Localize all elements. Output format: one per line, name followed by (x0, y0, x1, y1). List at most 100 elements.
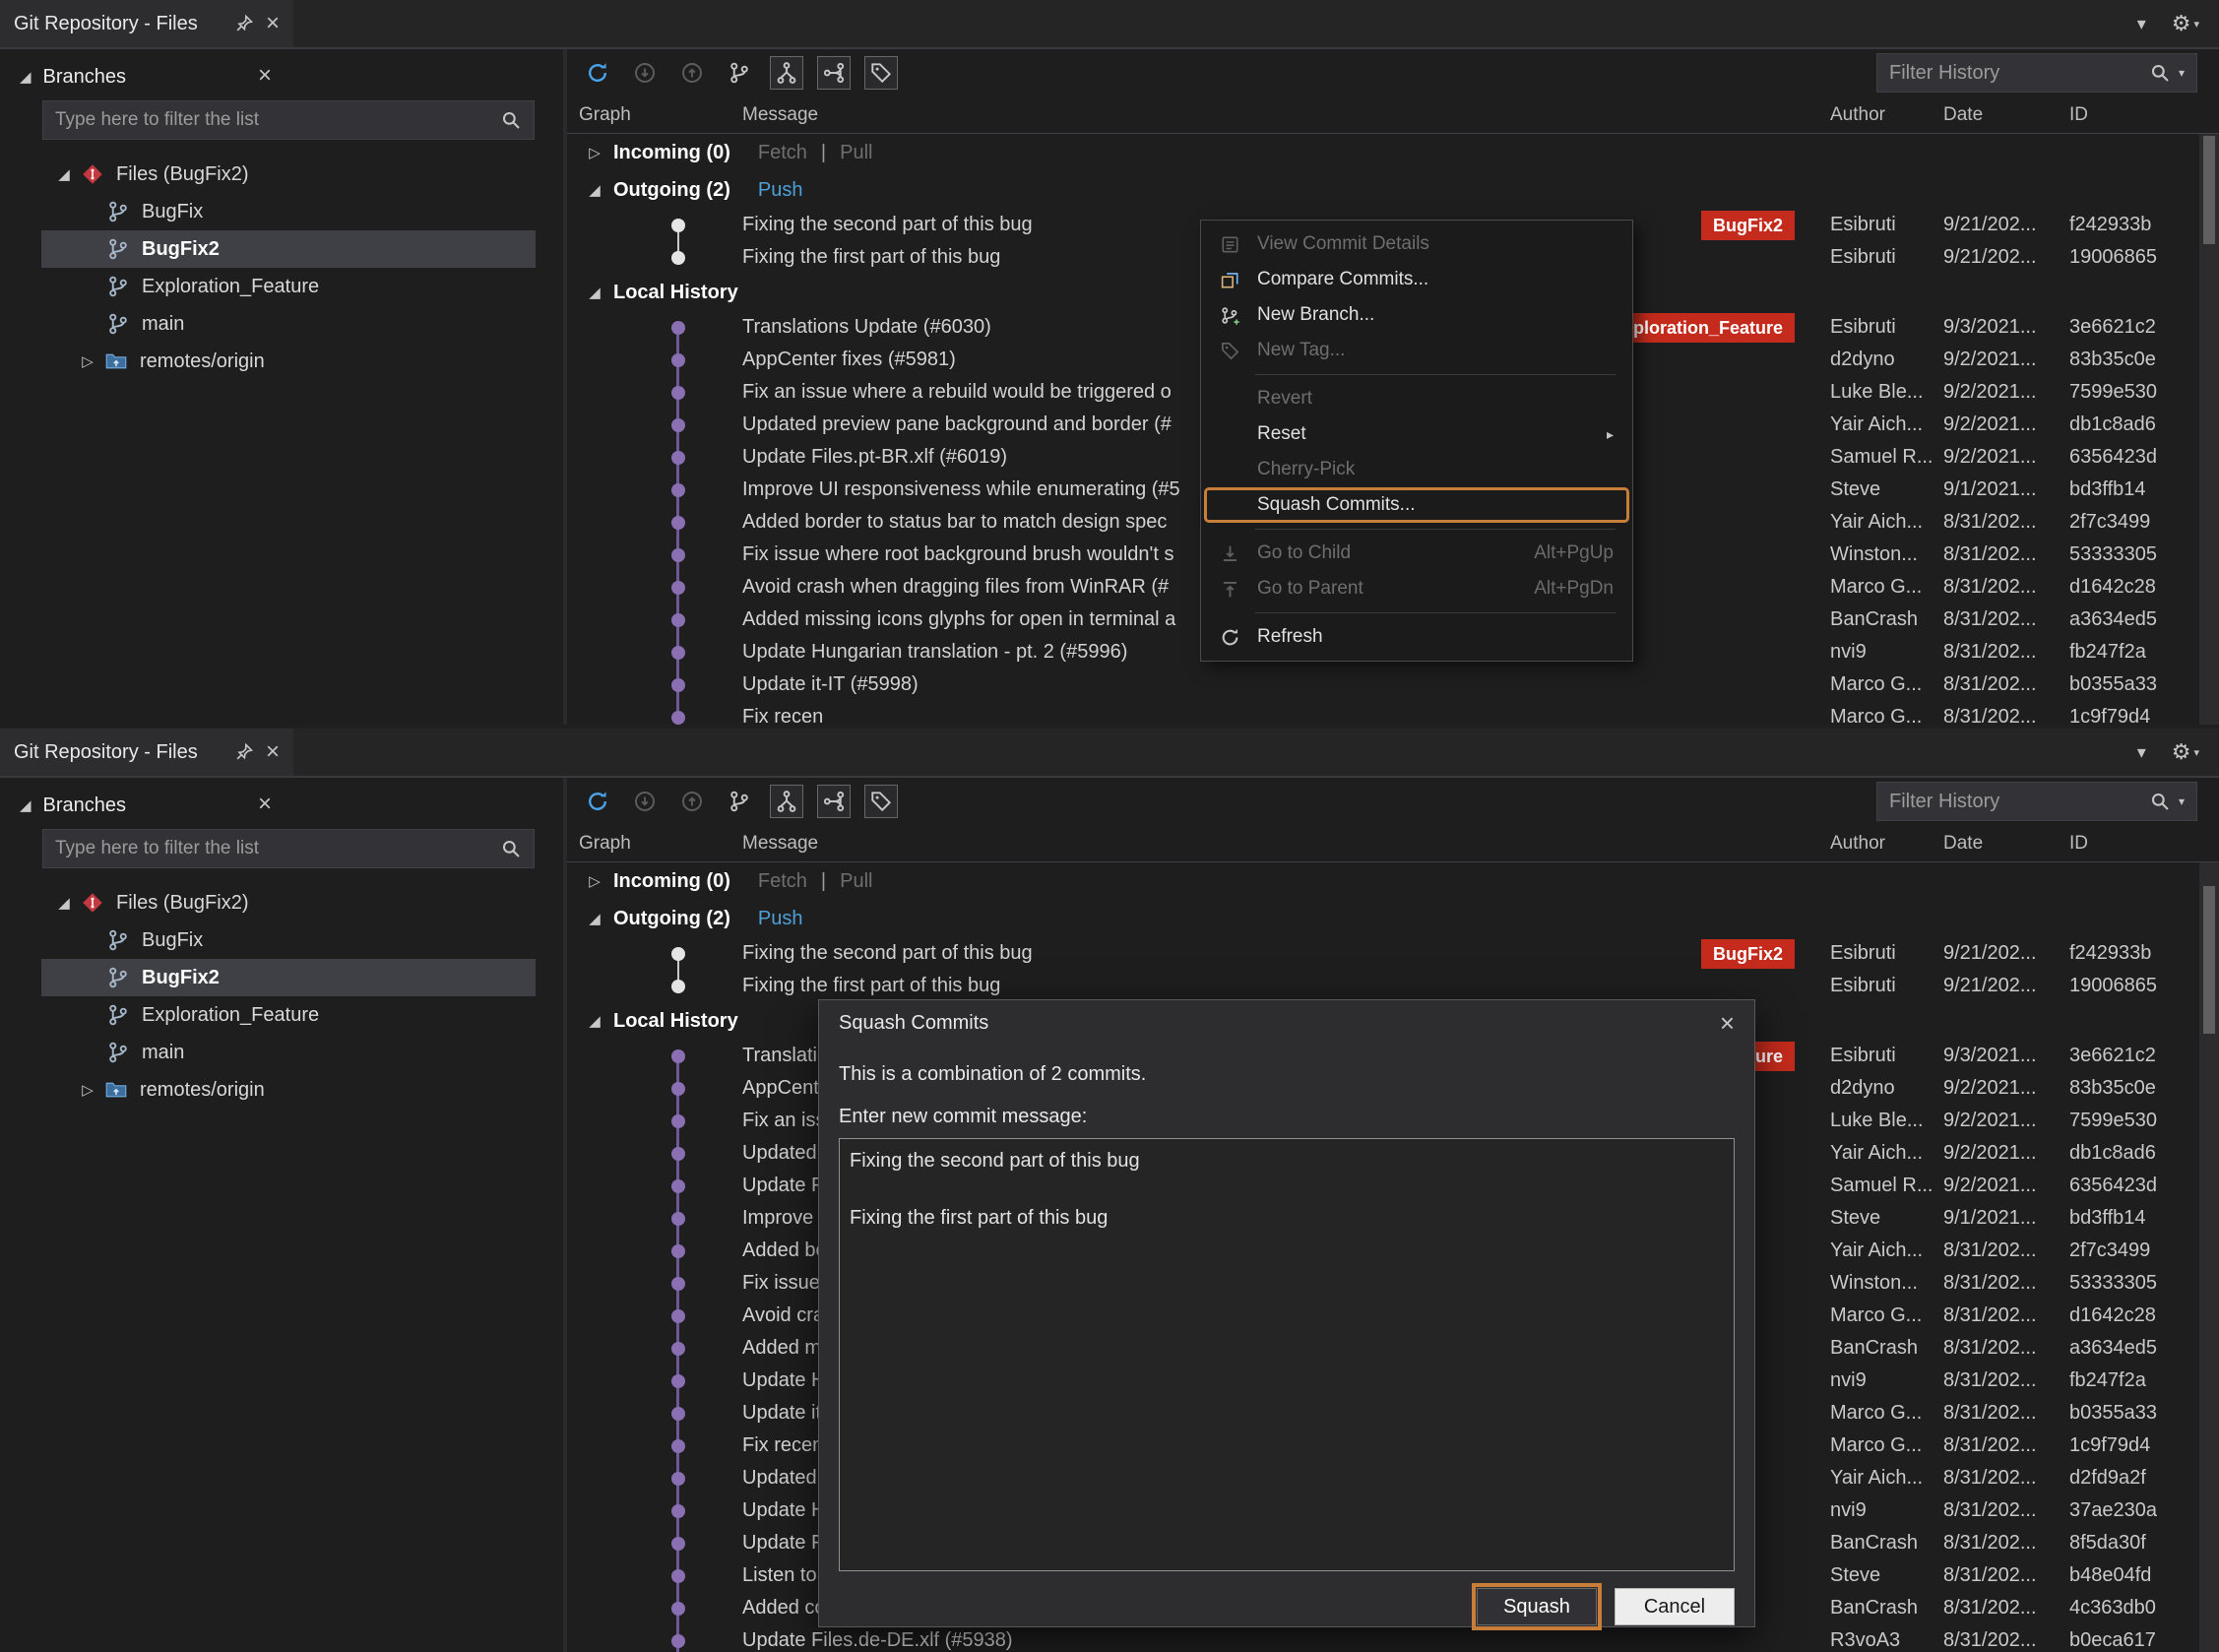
tree-item-repo[interactable]: ◢ Files (BugFix2) (0, 884, 563, 921)
scrollbar[interactable] (2199, 134, 2219, 725)
commit-author: Steve (1830, 478, 1881, 500)
column-author[interactable]: Author (1830, 833, 1943, 855)
incoming-section-row[interactable]: ▷ Incoming (0) Fetch | Pull (567, 862, 2219, 900)
search-icon[interactable] (500, 838, 522, 859)
push-link[interactable]: Push (758, 908, 803, 930)
commit-message-input[interactable]: Fixing the second part of this bug Fixin… (839, 1138, 1735, 1571)
commit-row[interactable]: Fixing the first part of this bug Esibrut… (567, 970, 2219, 1002)
scrollbar[interactable] (2199, 862, 2219, 1652)
tree-item-branch-bugfix[interactable]: BugFix (0, 921, 563, 959)
close-icon[interactable]: × (258, 791, 272, 818)
commit-graph-node (567, 668, 734, 701)
commit-row[interactable]: Fix recen Marco G... 8/31/202... 1c9f79d4 (567, 701, 2219, 725)
expand-twisty-icon[interactable]: ◢ (55, 894, 73, 912)
toggle-merges-button[interactable] (817, 56, 851, 90)
commit-author: Esibruti (1830, 1045, 1896, 1066)
cancel-button[interactable]: Cancel (1615, 1588, 1735, 1625)
branch-badge: BugFix2 (1700, 938, 1795, 969)
refresh-button[interactable] (581, 56, 614, 90)
close-icon[interactable]: × (266, 12, 280, 35)
menu-item-reset[interactable]: Reset ▸ (1204, 416, 1629, 452)
tree-item-branch-bugfix2[interactable]: BugFix2 (41, 230, 536, 268)
column-date[interactable]: Date (1943, 833, 2069, 855)
expand-twisty-icon[interactable]: ▷ (79, 1081, 96, 1099)
history-filter-input[interactable] (1889, 61, 2141, 85)
column-graph[interactable]: Graph (567, 833, 734, 855)
tool-window-tab[interactable]: Git Repository - Files × (0, 729, 293, 776)
tree-item-branch-exploration-feature[interactable]: Exploration_Feature (0, 996, 563, 1034)
tree-item-branch-main[interactable]: main (0, 305, 563, 343)
branch-toolbar-icon[interactable] (723, 56, 756, 90)
tree-item-branch-exploration-feature[interactable]: Exploration_Feature (0, 268, 563, 305)
commit-details-icon (1214, 232, 1245, 256)
filter-dropdown-icon[interactable]: ▾ (2179, 794, 2185, 808)
commit-date: 9/3/2021... (1943, 1045, 2037, 1066)
tree-item-repo[interactable]: ◢ Files (BugFix2) (0, 156, 563, 193)
collapse-twisty-icon[interactable]: ◢ (20, 68, 32, 86)
expand-twisty-icon[interactable]: ▷ (79, 352, 96, 370)
scrollbar-thumb[interactable] (2203, 886, 2215, 1034)
search-icon[interactable] (2149, 791, 2171, 812)
expand-twisty-icon[interactable]: ▷ (586, 872, 603, 890)
commit-row[interactable]: Update it-IT (#5998) Marco G... 8/31/202..… (567, 668, 2219, 701)
collapse-twisty-icon[interactable]: ◢ (586, 1012, 603, 1030)
commit-row[interactable]: Fixing the second part of this bug BugFix… (567, 937, 2219, 970)
column-date[interactable]: Date (1943, 104, 2069, 126)
column-id[interactable]: ID (2069, 833, 2219, 855)
branch-filter-input[interactable] (55, 109, 500, 131)
tree-item-branch-bugfix2[interactable]: BugFix2 (41, 959, 536, 996)
toggle-tags-button[interactable] (864, 785, 898, 818)
tool-window-tab[interactable]: Git Repository - Files × (0, 0, 293, 47)
menu-item-compare-commits[interactable]: Compare Commits... (1204, 262, 1629, 297)
menu-item-squash-commits[interactable]: Squash Commits... (1204, 487, 1629, 523)
gear-icon[interactable]: ⚙ ▾ (2172, 11, 2199, 36)
collapse-twisty-icon[interactable]: ◢ (20, 796, 32, 814)
scrollbar-thumb[interactable] (2203, 136, 2215, 244)
close-icon[interactable]: × (258, 62, 272, 90)
commit-row[interactable]: Update Files.de-DE.xlf (#5938) R3voA3 8/31… (567, 1624, 2219, 1652)
chevron-down-icon[interactable]: ▾ (2137, 742, 2146, 763)
toggle-graph-button[interactable] (770, 785, 803, 818)
column-graph[interactable]: Graph (567, 104, 734, 126)
commit-message: Fixing the first part of this bug (742, 975, 1001, 996)
column-message[interactable]: Message (734, 833, 1830, 855)
outgoing-section-row[interactable]: ◢ Outgoing (2) Push (567, 900, 2219, 937)
menu-item-new-branch[interactable]: New Branch... (1204, 297, 1629, 333)
toggle-merges-button[interactable] (817, 785, 851, 818)
branch-filter-input[interactable] (55, 838, 500, 859)
collapse-twisty-icon[interactable]: ◢ (586, 910, 603, 927)
close-icon[interactable]: × (1712, 1010, 1743, 1036)
tree-item-remotes-origin[interactable]: ▷ remotes/origin (0, 343, 563, 380)
column-message[interactable]: Message (734, 104, 1830, 126)
toggle-tags-button[interactable] (864, 56, 898, 90)
push-link[interactable]: Push (758, 179, 803, 202)
menu-item-refresh[interactable]: Refresh (1204, 619, 1629, 655)
branch-toolbar-icon[interactable] (723, 785, 756, 818)
collapse-twisty-icon[interactable]: ◢ (586, 284, 603, 301)
collapse-twisty-icon[interactable]: ◢ (586, 181, 603, 199)
toggle-graph-button[interactable] (770, 56, 803, 90)
chevron-down-icon[interactable]: ▾ (2137, 14, 2146, 34)
column-author[interactable]: Author (1830, 104, 1943, 126)
close-icon[interactable]: × (266, 740, 280, 764)
commit-id: f242933b (2069, 214, 2152, 235)
tree-item-branch-bugfix[interactable]: BugFix (0, 193, 563, 230)
squash-button[interactable]: Squash (1472, 1583, 1602, 1630)
tree-item-branch-main[interactable]: main (0, 1034, 563, 1071)
outgoing-section-row[interactable]: ◢ Outgoing (2) Push (567, 171, 2219, 209)
tree-item-label: BugFix2 (142, 237, 220, 260)
pin-icon[interactable] (234, 14, 254, 33)
gear-icon[interactable]: ⚙ ▾ (2172, 739, 2199, 765)
search-icon[interactable] (2149, 62, 2171, 84)
pin-icon[interactable] (234, 742, 254, 762)
column-id[interactable]: ID (2069, 104, 2219, 126)
filter-dropdown-icon[interactable]: ▾ (2179, 66, 2185, 80)
expand-twisty-icon[interactable]: ▷ (586, 144, 603, 161)
incoming-section-row[interactable]: ▷ Incoming (0) Fetch | Pull (567, 134, 2219, 171)
history-filter-input[interactable] (1889, 790, 2141, 813)
tree-item-remotes-origin[interactable]: ▷ remotes/origin (0, 1071, 563, 1109)
refresh-button[interactable] (581, 785, 614, 818)
branches-tree: ◢ Files (BugFix2) BugFix BugFix2 Explora… (0, 884, 563, 1109)
expand-twisty-icon[interactable]: ◢ (55, 165, 73, 183)
search-icon[interactable] (500, 109, 522, 131)
